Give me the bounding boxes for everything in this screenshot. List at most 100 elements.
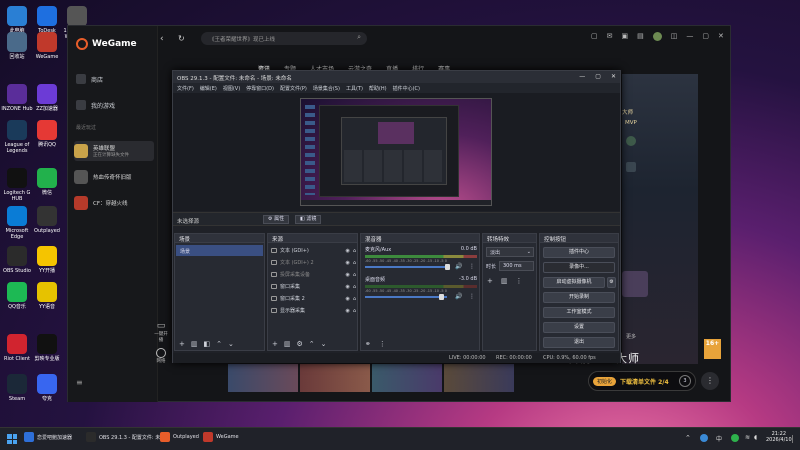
visibility-icon[interactable]: ◉ (345, 296, 349, 302)
desktop-icon[interactable]: WeGame (30, 32, 64, 60)
lock-icon[interactable]: ⌂ (353, 308, 356, 314)
control-button[interactable]: 录像中... (543, 262, 615, 273)
taskbar-app[interactable]: Outplayed (160, 432, 199, 442)
desktop-icon[interactable]: 回收站 (0, 32, 34, 60)
network-button[interactable]: 网络 (154, 348, 168, 364)
speaker-icon[interactable]: 🔊 (455, 293, 462, 300)
wifi-icon[interactable]: ≋ (745, 434, 750, 441)
lock-icon[interactable]: ⌂ (353, 248, 356, 254)
volume-icon[interactable]: ◖ (754, 434, 757, 441)
transition-select[interactable]: 淡出 ⌄ (486, 247, 534, 257)
close-icon[interactable]: ✕ (611, 73, 616, 80)
link-icon[interactable]: ⚭ (365, 340, 371, 348)
nav-store[interactable]: 商店 (76, 74, 103, 84)
volume-slider[interactable]: 🔊 ⋮ (365, 263, 477, 270)
control-button[interactable]: 设置 (543, 322, 615, 333)
desktop-icon[interactable]: YY语音 (30, 282, 64, 310)
scene-item[interactable]: 场景 (176, 245, 263, 256)
menu-item[interactable]: 配置文件(P) (280, 85, 307, 92)
control-button[interactable]: 退出 (543, 337, 615, 348)
thumbnail[interactable] (300, 364, 370, 392)
control-button[interactable]: 启动虚拟摄像机 (543, 277, 605, 288)
source-item[interactable]: 显示器采集 ◉ ⌂ (271, 307, 356, 314)
down-icon[interactable]: ⌄ (321, 340, 327, 348)
game-thumb[interactable] (622, 271, 648, 297)
maximize-icon[interactable]: ▢ (702, 32, 709, 41)
add-icon[interactable]: + (179, 340, 185, 348)
desktop-icon[interactable]: Outplayed (30, 206, 64, 234)
shirt-icon[interactable]: ▤ (637, 32, 644, 41)
source-item[interactable]: 文本 (GDI+) ◉ ⌂ (271, 247, 356, 254)
desktop-icon[interactable]: 腾讯QQ (30, 120, 64, 148)
control-button[interactable]: 插件中心 (543, 247, 615, 258)
menu-item[interactable]: 视图(V) (223, 85, 240, 92)
desktop-icon[interactable]: 剪映专业版 (30, 334, 64, 362)
lock-icon[interactable]: ⌂ (353, 272, 356, 278)
live-button[interactable]: ▭ 一键开播 (154, 321, 168, 343)
menu-item[interactable]: 帮助(H) (369, 85, 387, 92)
clock[interactable]: 21:22 2026/4/10 (766, 431, 792, 443)
thumbnail[interactable] (444, 364, 514, 392)
visibility-icon[interactable]: ◉ (345, 284, 349, 290)
thumbnail[interactable] (372, 364, 442, 392)
add-icon[interactable]: + (272, 340, 278, 348)
control-button[interactable]: 开始录制 (543, 292, 615, 303)
search-icon[interactable]: ⌕ (357, 33, 361, 42)
source-item[interactable]: 窗口采集 ◉ ⌂ (271, 283, 356, 290)
source-item[interactable]: 投屏采集设备 ◉ ⌂ (271, 271, 356, 278)
taskbar-app[interactable]: 恋爱吧鲍加速器 (24, 432, 72, 442)
avatar[interactable] (652, 32, 662, 41)
desktop-icon[interactable]: 微信 (30, 168, 64, 196)
taskbar-app[interactable]: OBS 29.1.3 - 配置文件: 未... (86, 432, 165, 442)
speaker-icon[interactable]: 🔊 (455, 263, 462, 270)
search-input[interactable]: 《王者荣耀世界》现已上线 ⌕ (201, 32, 367, 45)
visibility-icon[interactable]: ◉ (345, 272, 349, 278)
tray-chevron-icon[interactable]: ⌃ (685, 434, 691, 442)
show-desktop[interactable] (792, 435, 797, 443)
source-item[interactable]: 文本 (GDI+) 2 ◉ ⌂ (271, 259, 356, 266)
tray-app-icon[interactable] (700, 434, 708, 442)
start-icon[interactable] (7, 434, 17, 444)
menu-item[interactable]: 停靠窗口(D) (246, 85, 274, 92)
desktop-icon[interactable]: League of Legends (0, 120, 34, 154)
desktop-icon[interactable]: YY开播 (30, 246, 64, 274)
refresh-icon[interactable]: ↻ (178, 34, 185, 43)
message-icon[interactable]: ▢ (591, 32, 598, 41)
visibility-icon[interactable]: ◉ (345, 248, 349, 254)
preview-canvas[interactable] (300, 98, 492, 206)
gift-icon[interactable]: ▣ (622, 32, 629, 41)
minimize-icon[interactable]: — (686, 32, 693, 41)
desktop-icon[interactable]: Microsoft Edge (0, 206, 34, 240)
game-item-cf[interactable]: CF：穿越火线 (74, 193, 154, 213)
more-link[interactable]: 更多 (626, 333, 636, 340)
trash-icon[interactable]: ▥ (191, 340, 198, 348)
duration-input[interactable]: 300 ms (499, 261, 534, 271)
desktop-icon[interactable]: Riot Client (0, 334, 34, 362)
menu-item[interactable]: 文件(F) (177, 85, 194, 92)
more-icon[interactable]: ⋮ (469, 263, 475, 270)
gear-icon[interactable]: ⚙ (297, 340, 303, 348)
lock-icon[interactable]: ⌂ (353, 260, 356, 266)
desktop-icon[interactable]: Logitech G HUB (0, 168, 34, 202)
properties-button[interactable]: ⚙ 属性 (263, 215, 290, 224)
menu-item[interactable]: 插件中心(C) (393, 85, 420, 92)
up-icon[interactable]: ⌃ (216, 340, 222, 348)
virtual-camera-settings-icon[interactable]: ⚙ (607, 277, 616, 288)
more-icon[interactable]: ⋮ (516, 277, 523, 285)
trash-icon[interactable]: ▥ (501, 277, 508, 285)
control-button[interactable]: 工作室模式 (543, 307, 615, 318)
up-icon[interactable]: ⌃ (309, 340, 315, 348)
taskbar-app[interactable]: WeGame (203, 432, 239, 442)
desktop-icon[interactable]: ZZ加速器 (30, 84, 64, 112)
more-icon[interactable]: ⋮ (379, 340, 386, 348)
source-item[interactable]: 窗口采集 2 ◉ ⌂ (271, 295, 356, 302)
nav-my-games[interactable]: 我的游戏 (76, 100, 115, 110)
volume-slider[interactable]: 🔊 ⋮ (365, 293, 477, 300)
close-icon[interactable]: ✕ (718, 32, 724, 41)
game-item-lol[interactable]: 英雄联盟 正在计算缺失文件 (74, 141, 154, 161)
skin-icon[interactable]: ◫ (671, 32, 678, 41)
more-options-icon[interactable]: ⋮ (701, 372, 719, 390)
minimize-icon[interactable]: — (579, 73, 585, 80)
menu-icon[interactable]: ≡ (76, 378, 83, 387)
down-icon[interactable]: ⌄ (228, 340, 234, 348)
